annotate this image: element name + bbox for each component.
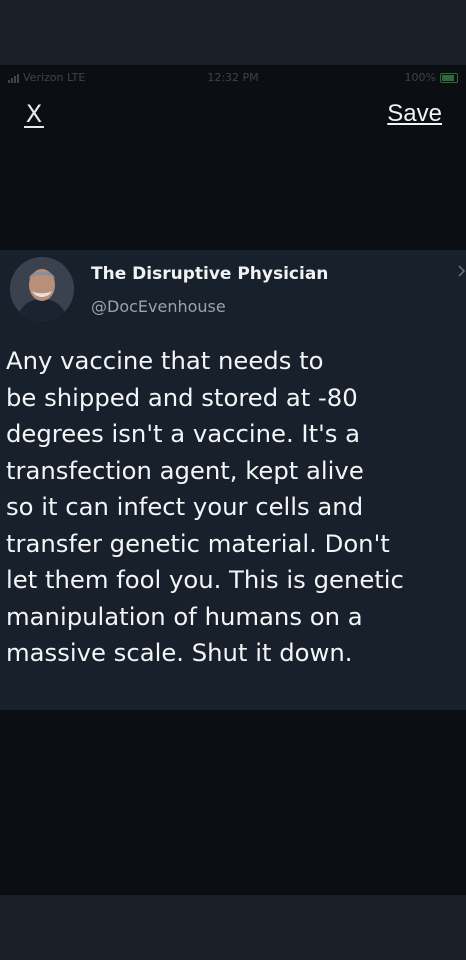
author-display-name[interactable]: The Disruptive Physician bbox=[91, 264, 328, 284]
tweet-text-line: degrees isn't a vaccine. It's a bbox=[6, 419, 361, 448]
tweet-text-line: be shipped and stored at -80 bbox=[6, 382, 358, 412]
status-time: 12:32 PM bbox=[207, 71, 259, 84]
tweet-text-line: let them fool you. This is genetic bbox=[6, 565, 404, 594]
avatar bbox=[10, 257, 74, 321]
battery-group: 100% bbox=[405, 71, 458, 84]
tweet-text: Any vaccine that needs to be shipped and… bbox=[6, 343, 466, 672]
tweet-text-line: massive scale. Shut it down. bbox=[6, 638, 353, 667]
battery-percent: 100% bbox=[404, 71, 436, 84]
top-background bbox=[0, 0, 466, 65]
save-button[interactable]: Save bbox=[387, 100, 442, 128]
tweet-text-line: Any vaccine that needs to bbox=[6, 346, 324, 375]
battery-icon bbox=[440, 72, 458, 83]
chevron-down-icon[interactable] bbox=[458, 264, 466, 278]
bottom-background bbox=[0, 895, 466, 960]
tweet-text-line: transfer genetic material. Don't bbox=[6, 528, 390, 558]
avatar-photo bbox=[10, 257, 74, 321]
author-handle[interactable]: @DocEvenhouse bbox=[91, 297, 226, 316]
tweet-text-line: manipulation of humans on a bbox=[6, 601, 363, 631]
status-bar: Verizon LTE 12:32 PM 100% bbox=[0, 68, 466, 90]
close-button[interactable]: X bbox=[22, 100, 46, 128]
tweet-text-line: transfection agent, kept alive bbox=[6, 455, 364, 485]
tweet-text-line: so it can infect your cells and bbox=[6, 492, 364, 521]
